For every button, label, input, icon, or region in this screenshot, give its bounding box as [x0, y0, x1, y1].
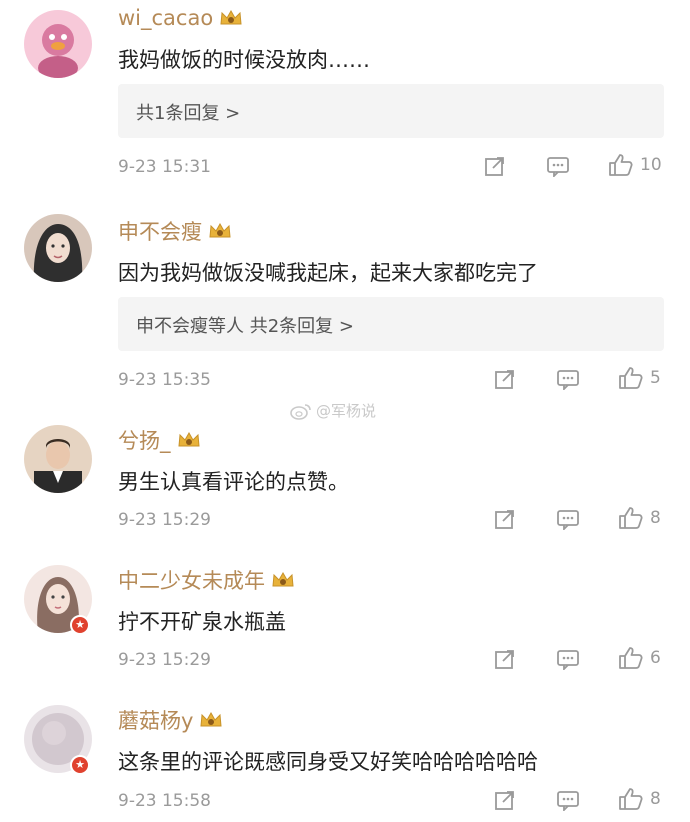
username[interactable]: 申不会瘦 [118, 216, 232, 246]
comment-button[interactable] [556, 648, 580, 670]
like-button[interactable]: 8 [618, 506, 661, 530]
like-count: 8 [650, 508, 661, 528]
thumbs-up-icon [609, 154, 633, 176]
username[interactable]: wi_cacao [118, 6, 243, 30]
thumbs-up-icon [619, 507, 643, 529]
comment-item: wi_cacao 我妈做饭的时候没放肉…… 共1条回复 > 9-23 15:31… [0, 0, 690, 200]
comment-icon [557, 650, 579, 670]
thumbs-up-icon [619, 367, 643, 389]
crown-icon [199, 711, 223, 729]
share-button[interactable] [494, 648, 516, 670]
timestamp: 9-23 15:58 [118, 791, 211, 811]
comment-item: 申不会瘦 因为我妈做饭没喊我起床，起来大家都吃完了 申不会瘦等人 共2条回复 >… [0, 200, 690, 415]
reply-summary-link[interactable]: 共1条回复 > [136, 99, 240, 125]
username-label[interactable]: 申不会瘦 [118, 216, 202, 246]
share-icon [495, 370, 514, 389]
comment-text: 我妈做饭的时候没放肉…… [118, 48, 370, 72]
share-icon [485, 157, 504, 176]
comment-text: 这条里的评论既感同身受又好笑哈哈哈哈哈哈 [118, 750, 538, 774]
comment-icon [547, 157, 569, 177]
timestamp: 9-23 15:29 [118, 650, 211, 670]
username[interactable]: 中二少女未成年 [118, 565, 295, 595]
like-count: 10 [640, 155, 662, 175]
username-label[interactable]: 蘑菇杨y [118, 705, 193, 735]
timestamp: 9-23 15:29 [118, 510, 211, 530]
crown-icon [208, 222, 232, 240]
comment-button[interactable] [556, 508, 580, 530]
timestamp: 9-23 15:35 [118, 370, 211, 390]
crown-icon [177, 431, 201, 449]
thumbs-up-icon [619, 647, 643, 669]
share-button[interactable] [494, 789, 516, 811]
like-count: 6 [650, 648, 661, 668]
username[interactable]: 兮扬_ [118, 425, 201, 455]
share-button[interactable] [484, 155, 506, 177]
share-icon [495, 791, 514, 810]
reply-summary-link[interactable]: 申不会瘦等人 共2条回复 > [136, 312, 354, 338]
avatar[interactable] [24, 10, 92, 78]
username-label[interactable]: wi_cacao [118, 6, 213, 30]
avatar[interactable] [24, 425, 92, 493]
like-count: 8 [650, 789, 661, 809]
comment-item: ★ 中二少女未成年 拧不开矿泉水瓶盖 9-23 15:29 6 [0, 555, 690, 695]
comment-text: 拧不开矿泉水瓶盖 [118, 610, 286, 634]
comment-text: 男生认真看评论的点赞。 [118, 470, 349, 494]
crown-icon [219, 9, 243, 27]
timestamp: 9-23 15:31 [118, 157, 211, 177]
avatar[interactable] [24, 214, 92, 282]
comment-icon [557, 370, 579, 390]
comment-item: 兮扬_ 男生认真看评论的点赞。 9-23 15:29 8 [0, 415, 690, 555]
reply-summary-box[interactable]: 申不会瘦等人 共2条回复 > [118, 297, 664, 351]
username-label[interactable]: 兮扬_ [118, 425, 171, 455]
share-button[interactable] [494, 508, 516, 530]
comment-icon [557, 791, 579, 811]
verified-icon: ★ [70, 615, 90, 635]
comment-button[interactable] [556, 368, 580, 390]
crown-icon [271, 571, 295, 589]
comment-text: 因为我妈做饭没喊我起床，起来大家都吃完了 [118, 261, 538, 285]
like-count: 5 [650, 368, 661, 388]
thumbs-up-icon [619, 788, 643, 810]
username[interactable]: 蘑菇杨y [118, 705, 223, 735]
reply-summary-box[interactable]: 共1条回复 > [118, 84, 664, 138]
comment-button[interactable] [556, 789, 580, 811]
like-button[interactable]: 10 [608, 153, 662, 177]
comment-item: ★ 蘑菇杨y 这条里的评论既感同身受又好笑哈哈哈哈哈哈 9-23 15:58 8 [0, 695, 690, 822]
share-icon [495, 510, 514, 529]
like-button[interactable]: 8 [618, 787, 661, 811]
share-button[interactable] [494, 368, 516, 390]
comment-icon [557, 510, 579, 530]
username-label[interactable]: 中二少女未成年 [118, 565, 265, 595]
comment-button[interactable] [546, 155, 570, 177]
like-button[interactable]: 5 [618, 366, 661, 390]
like-button[interactable]: 6 [618, 646, 661, 670]
verified-icon: ★ [70, 755, 90, 775]
share-icon [495, 650, 514, 669]
